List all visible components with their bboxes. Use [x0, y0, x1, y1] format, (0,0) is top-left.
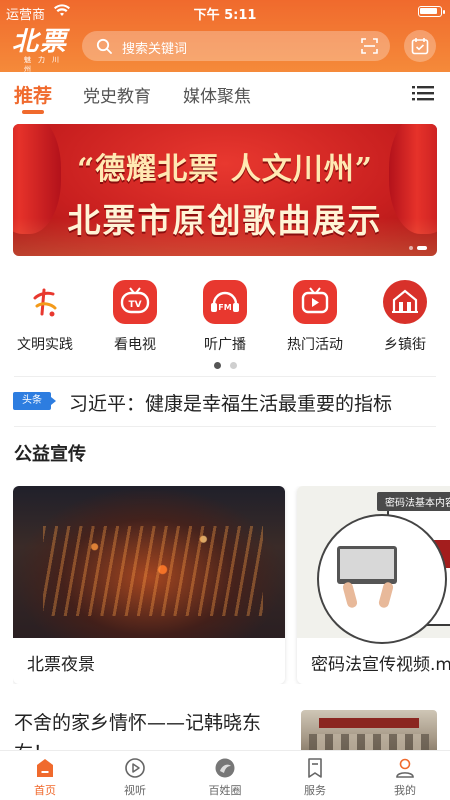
bookmark-icon [304, 757, 326, 779]
thumbnail-tag: 密码法基本内容 [377, 492, 450, 511]
quick-links: 文明实践 TV 看电视 FM 听广播 热门活动 乡镇街 [0, 272, 450, 358]
nav-video-label: 视听 [124, 784, 146, 797]
fm-radio-icon: FM [203, 280, 247, 324]
nav-community-label: 百姓圈 [208, 784, 242, 797]
quick-links-pagination [0, 362, 450, 369]
quick-link-label: 文明实践 [17, 337, 73, 353]
nav-home-label: 首页 [34, 784, 56, 797]
tv-icon: TV [113, 280, 157, 324]
svg-text:FM: FM [218, 303, 231, 312]
article-title-line1: 不舍的家乡情怀——记韩晓东 [14, 712, 262, 734]
quick-link-label: 乡镇街 [384, 337, 426, 353]
quick-link-radio[interactable]: FM 听广播 [180, 272, 270, 354]
page-dot [229, 362, 237, 369]
quick-link-civilization[interactable]: 文明实践 [0, 272, 90, 354]
headline-ticker[interactable]: 头条 习近平：健康是幸福生活最重要的指标 [13, 387, 437, 417]
bottom-tab-bar: 首页 视听 百姓圈 服务 我的 [0, 750, 450, 800]
crypto-law-thumbnail: 密码法基本内容 [297, 486, 450, 644]
public-welfare-carousel: 北票夜景 密码法基本内容 密码法宣传视频.m [13, 486, 450, 684]
nav-service[interactable]: 服务 [270, 751, 360, 800]
scan-icon[interactable] [361, 38, 378, 54]
profile-icon [394, 757, 416, 779]
logo-text: 北票 [12, 27, 69, 57]
banner-title: “德耀北票 人文川州” [77, 152, 373, 187]
news-article-item[interactable]: 不舍的家乡情怀——记韩晓东 右！ [0, 694, 450, 750]
nav-profile-label: 我的 [394, 784, 416, 797]
status-bar: 运营商 下午 5:11 [0, 0, 450, 24]
tab-recommend[interactable]: 推荐 [14, 81, 52, 108]
channel-tabs: 推荐 党史教育 媒体聚焦 [0, 72, 450, 118]
section-title: 公益宣传 [14, 444, 86, 465]
night-city-thumbnail [13, 486, 285, 638]
article-title: 不舍的家乡情怀——记韩晓东 右！ [14, 708, 286, 750]
nav-community[interactable]: 百姓圈 [180, 751, 270, 800]
quick-link-label: 热门活动 [287, 337, 343, 353]
divider [14, 376, 436, 377]
township-icon [383, 280, 427, 324]
building-thumbnail [301, 710, 437, 750]
app-logo: 北票 魅力川州 [12, 27, 74, 73]
tab-party-history[interactable]: 党史教育 [83, 82, 151, 107]
page-dot-active [213, 362, 221, 369]
nav-video[interactable]: 视听 [90, 751, 180, 800]
video-card-title: 北票夜景 [27, 655, 95, 675]
quick-link-label: 看电视 [114, 337, 156, 353]
quick-link-hot-activity[interactable]: 热门活动 [270, 272, 360, 354]
home-icon [34, 757, 56, 779]
app-header: 运营商 下午 5:11 北票 魅力川州 搜索关键词 [0, 0, 450, 73]
quick-link-tv[interactable]: TV 看电视 [90, 272, 180, 354]
video-card[interactable]: 密码法基本内容 密码法宣传视频.m [297, 486, 450, 684]
active-tab-indicator [22, 110, 44, 114]
divider [14, 426, 436, 427]
civilization-practice-icon [23, 280, 67, 324]
headline-text: 习近平：健康是幸福生活最重要的指标 [69, 393, 393, 415]
tab-media-focus[interactable]: 媒体聚焦 [183, 82, 251, 107]
nav-service-label: 服务 [304, 784, 326, 797]
play-icon [124, 757, 146, 779]
calendar-checkin-button[interactable] [404, 30, 436, 62]
headline-badge: 头条 [13, 392, 56, 410]
promo-banner[interactable]: “德耀北票 人文川州” 北票市原创歌曲展示 [13, 124, 437, 256]
clock: 下午 5:11 [193, 8, 257, 23]
community-icon [214, 757, 236, 779]
quick-link-label: 听广播 [204, 337, 246, 353]
search-placeholder: 搜索关键词 [122, 42, 188, 57]
nav-home[interactable]: 首页 [0, 751, 90, 800]
video-card[interactable]: 北票夜景 [13, 486, 285, 684]
banner-dot [409, 246, 413, 250]
banner-subtitle: 北票市原创歌曲展示 [67, 201, 383, 240]
search-bar[interactable]: 搜索关键词 [82, 31, 390, 61]
search-icon [96, 38, 112, 54]
video-card-title: 密码法宣传视频.m [311, 655, 450, 675]
banner-dot-active [417, 246, 427, 250]
banner-pagination [409, 246, 427, 250]
calendar-icon [411, 38, 429, 55]
svg-text:TV: TV [128, 300, 141, 310]
quick-link-township[interactable]: 乡镇街 [360, 272, 450, 354]
article-title-line2: 右！ [14, 742, 52, 750]
nav-profile[interactable]: 我的 [360, 751, 450, 800]
channel-menu-icon[interactable] [412, 84, 434, 104]
hot-activity-icon [293, 280, 337, 324]
battery-icon [418, 6, 445, 17]
